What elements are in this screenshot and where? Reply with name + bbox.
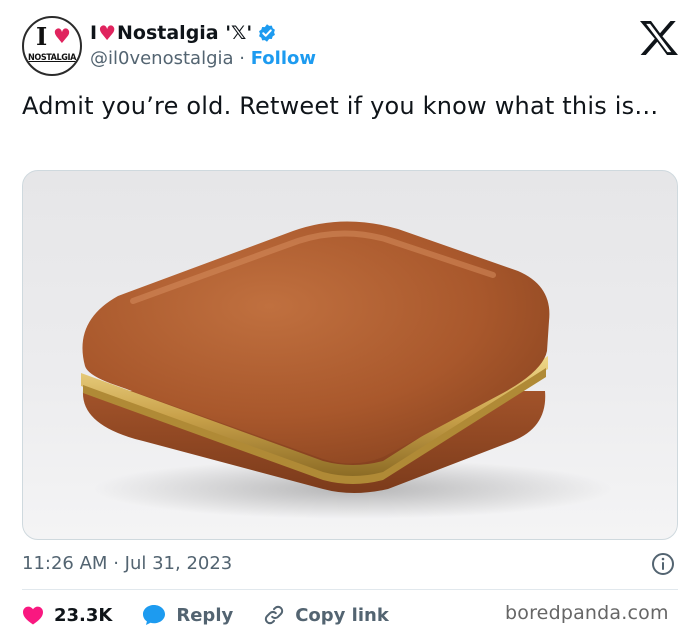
reply-label: Reply xyxy=(176,604,234,626)
heart-icon: ♥ xyxy=(98,21,117,45)
info-icon[interactable] xyxy=(651,552,675,576)
handle[interactable]: @il0venostalgia xyxy=(90,48,234,69)
copy-link-button[interactable]: Copy link xyxy=(263,604,389,626)
tweet-date: Jul 31, 2023 xyxy=(124,553,233,574)
tweet-timestamp[interactable]: 11:26 AM · Jul 31, 2023 xyxy=(22,551,232,577)
heart-icon: ♥ xyxy=(53,24,71,48)
reply-button[interactable]: Reply xyxy=(142,604,233,626)
handle-separator: · xyxy=(239,48,245,69)
avatar-letter: I xyxy=(36,22,48,51)
tweet-media-image[interactable] xyxy=(22,170,678,540)
action-bar: 23.3K Reply Copy link xyxy=(22,600,389,630)
tweet-text: Admit you’re old. Retweet if you know wh… xyxy=(22,92,659,120)
tweet-time: 11:26 AM xyxy=(22,553,108,574)
avatar[interactable]: I ♥ NOSTALGIA xyxy=(22,16,82,76)
handle-row: @il0venostalgia · Follow xyxy=(90,47,316,71)
display-name[interactable]: I ♥ Nostalgia '𝕏' xyxy=(90,19,277,47)
avatar-word: NOSTALGIA xyxy=(27,53,77,63)
reply-bubble-icon xyxy=(143,605,166,625)
like-count: 23.3K xyxy=(54,604,113,626)
link-icon xyxy=(265,605,284,625)
follow-button[interactable]: Follow xyxy=(251,48,316,69)
display-name-prefix: I xyxy=(90,22,98,44)
watermark: boredpanda.com xyxy=(505,602,669,624)
verified-badge-icon xyxy=(259,24,276,42)
timestamp-separator: · xyxy=(113,553,119,574)
divider xyxy=(22,589,678,590)
jewelry-box-photo xyxy=(81,221,613,519)
display-name-text: Nostalgia '𝕏' xyxy=(117,22,253,44)
like-heart-icon xyxy=(23,606,43,625)
x-logo-icon[interactable] xyxy=(638,20,678,56)
copy-link-label: Copy link xyxy=(295,604,389,626)
like-button[interactable]: 23.3K xyxy=(22,605,112,626)
